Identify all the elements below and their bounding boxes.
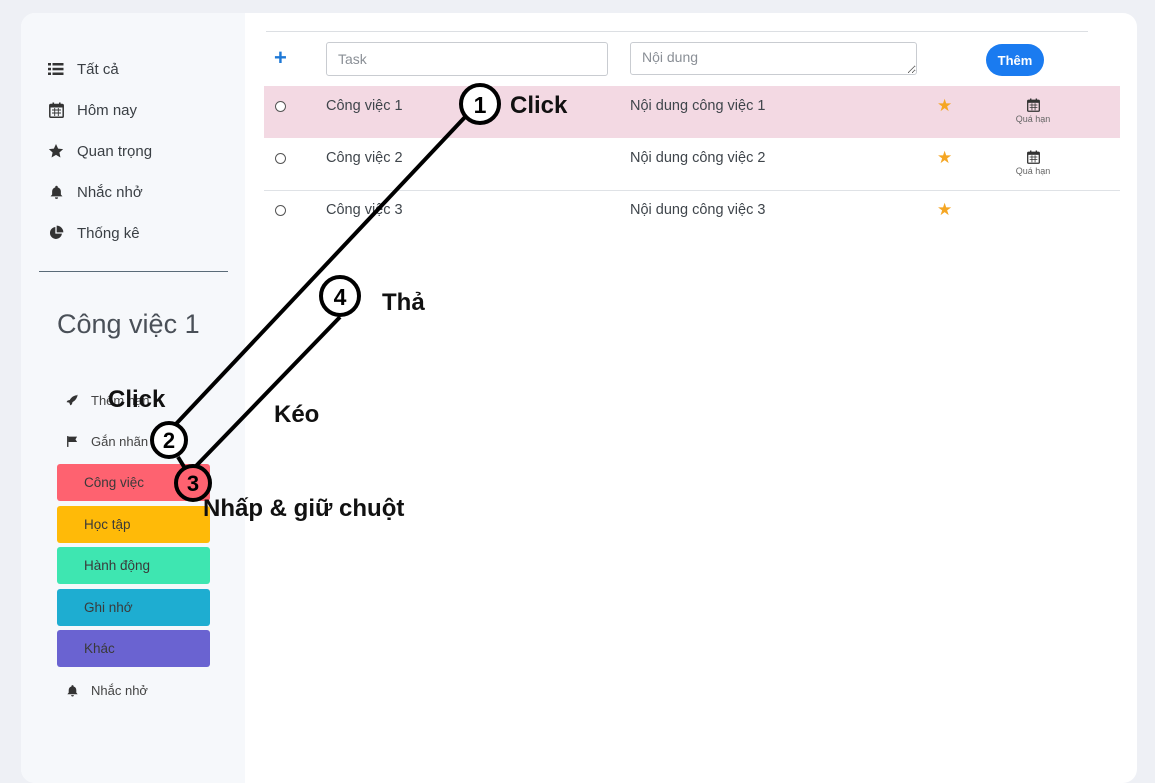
star-icon[interactable]: ★ xyxy=(937,148,952,168)
plus-icon[interactable]: + xyxy=(274,47,287,69)
detail-title: Công việc 1 xyxy=(57,309,200,339)
tag-label: Hành động xyxy=(84,558,151,573)
star-icon[interactable]: ★ xyxy=(937,96,952,116)
task-content: Nội dung công việc 3 xyxy=(630,202,766,218)
tag-option[interactable]: Ghi nhớ xyxy=(57,589,210,626)
due-label: Quá hạn xyxy=(1015,166,1051,176)
calendar-icon xyxy=(47,101,65,119)
content-input[interactable] xyxy=(630,42,917,75)
star-icon[interactable]: ★ xyxy=(937,200,952,220)
sidebar-item-label: Thống kê xyxy=(77,224,140,242)
sidebar-item-important[interactable]: Quan trọng xyxy=(47,136,152,166)
calendar-icon xyxy=(1026,150,1040,164)
sidebar-item-label: Nhắc nhở xyxy=(77,183,143,201)
sidebar-divider xyxy=(39,271,228,272)
sidebar-item-reminder[interactable]: Nhắc nhở xyxy=(47,177,143,207)
bell-icon xyxy=(65,684,79,697)
star-icon xyxy=(47,142,65,160)
due-date-button[interactable]: Quá hạn xyxy=(1004,98,1062,124)
due-label: Quá hạn xyxy=(1015,114,1051,124)
tag-label: Khác xyxy=(84,641,115,656)
calendar-icon xyxy=(1026,98,1040,112)
header-divider xyxy=(266,31,1088,32)
tag-option[interactable]: Hành động xyxy=(57,547,210,584)
task-row[interactable]: Công việc 3 Nội dung công việc 3 ★ xyxy=(264,190,1120,242)
tag-label: Ghi nhớ xyxy=(84,600,133,615)
task-content: Nội dung công việc 1 xyxy=(630,98,766,114)
add-deadline-button[interactable]: Thêm hạn xyxy=(65,388,150,412)
app-card: Tất cả Hôm nay Quan trọng Nhắc nhở Thống… xyxy=(21,13,1137,783)
task-content: Nội dung công việc 2 xyxy=(630,150,766,166)
pie-chart-icon xyxy=(47,224,65,242)
tag-option[interactable]: Công việc xyxy=(57,464,210,501)
list-icon xyxy=(47,60,65,78)
task-title: Công việc 3 xyxy=(326,202,403,218)
task-title: Công việc 2 xyxy=(326,150,403,166)
sidebar-item-label: Hôm nay xyxy=(77,101,138,119)
complete-radio[interactable] xyxy=(275,153,286,164)
task-panel: + Thêm Công việc 1 Nội dung công việc 1 … xyxy=(264,13,1120,783)
sidebar-item-label: Tất cả xyxy=(77,60,119,78)
sidebar-item-label: Quan trọng xyxy=(77,142,153,160)
complete-radio[interactable] xyxy=(275,101,286,112)
flag-icon xyxy=(65,435,79,448)
add-tag-button[interactable]: Gắn nhãn xyxy=(65,429,148,453)
bell-icon xyxy=(47,183,65,201)
sidebar-item-stats[interactable]: Thống kê xyxy=(47,218,140,248)
task-row[interactable]: Công việc 1 Nội dung công việc 1 ★ Quá h… xyxy=(264,86,1120,138)
task-title: Công việc 1 xyxy=(326,98,403,114)
tag-label: Học tập xyxy=(84,517,131,532)
add-reminder-button[interactable]: Nhắc nhở xyxy=(65,678,148,702)
complete-radio[interactable] xyxy=(275,205,286,216)
due-date-button[interactable]: Quá hạn xyxy=(1004,150,1062,176)
sidebar-item-all[interactable]: Tất cả xyxy=(47,54,119,84)
tag-option[interactable]: Học tập xyxy=(57,506,210,543)
task-input[interactable] xyxy=(326,42,608,76)
tag-label: Công việc xyxy=(84,475,145,490)
add-reminder-label: Nhắc nhở xyxy=(91,682,148,698)
add-tag-label: Gắn nhãn xyxy=(91,433,149,449)
task-row[interactable]: Công việc 2 Nội dung công việc 2 ★ Quá h… xyxy=(264,138,1120,191)
sidebar: Tất cả Hôm nay Quan trọng Nhắc nhở Thống… xyxy=(21,13,245,783)
sidebar-item-today[interactable]: Hôm nay xyxy=(47,95,137,125)
add-deadline-label: Thêm hạn xyxy=(91,392,150,408)
rocket-icon xyxy=(65,393,79,407)
tag-option[interactable]: Khác xyxy=(57,630,210,667)
add-task-button[interactable]: Thêm xyxy=(986,44,1044,76)
